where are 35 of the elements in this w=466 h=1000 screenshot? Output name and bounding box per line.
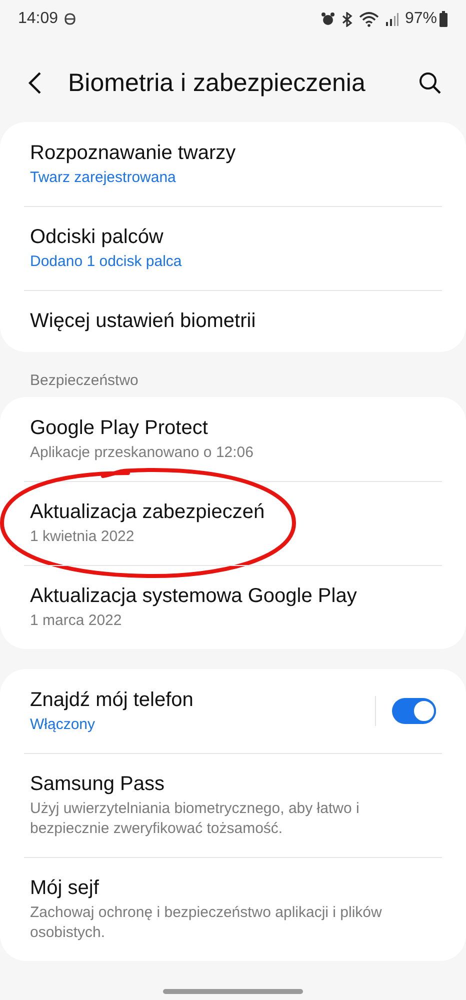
toggle-switch[interactable]	[392, 698, 436, 724]
item-title: Więcej ustawień biometrii	[30, 309, 257, 334]
item-title: Odciski palców	[30, 225, 164, 250]
item-title: Aktualizacja systemowa Google Play	[30, 584, 358, 609]
page-title: Biometria i zabezpieczenia	[68, 68, 366, 98]
signal-icon	[384, 12, 399, 26]
settings-item[interactable]: Mój sejf Zachowaj ochronę i bezpieczeństwo aplikacji i plików osobistych.	[0, 857, 466, 961]
item-subtitle: Włączony	[30, 715, 96, 735]
item-subtitle: Twarz zarejestrowana	[30, 168, 177, 188]
item-title: Google Play Protect	[30, 416, 209, 441]
item-title: Aktualizacja zabezpieczeń	[30, 500, 266, 525]
item-subtitle: 1 kwietnia 2022	[30, 527, 136, 547]
settings-item[interactable]: Google Play Protect Aplikacje przeskanowano o 12:06	[0, 397, 466, 481]
item-subtitle: Dodano 1 odcisk palca	[30, 252, 183, 272]
battery-icon	[439, 11, 448, 27]
item-subtitle: Użyj uwierzytelniania biometrycznego, aby łatwo i bezpiecznie zweryfikować tożsamość.	[30, 799, 360, 839]
settings-item[interactable]: Więcej ustawień biometrii	[0, 290, 466, 352]
item-subtitle: Zachowaj ochronę i bezpieczeństwo aplikacji i plików osobistych.	[30, 903, 383, 943]
item-title: Samsung Pass	[30, 772, 166, 797]
clock: 14:09	[18, 10, 58, 28]
item-subtitle: Aplikacje przeskanowano o 12:06	[30, 443, 254, 463]
item-subtitle: 1 marca 2022	[30, 611, 123, 631]
settings-item[interactable]: Rozpoznawanie twarzy Twarz zarejestrowana	[0, 122, 466, 206]
settings-item[interactable]: Aktualizacja zabezpieczeń 1 kwietnia 2022	[0, 481, 466, 565]
battery-percentage: 97%	[404, 10, 437, 28]
item-title: Rozpoznawanie twarzy	[30, 141, 237, 166]
settings-item[interactable]: Odciski palców Dodano 1 odcisk palca	[0, 206, 466, 290]
settings-item[interactable]: Samsung Pass Użyj uwierzytelniania biometrycznego, aby łatwo i bezpiecznie zweryfikować tożsamość.	[0, 753, 466, 857]
settings-item[interactable]: Znajdź mój telefon Włączony	[0, 669, 466, 753]
section-header: Bezpieczeństwo	[29, 371, 140, 391]
item-title: Znajdź mój telefon	[30, 688, 194, 713]
wifi-icon	[358, 12, 379, 26]
bluetooth-icon	[340, 12, 353, 26]
settings-item[interactable]: Aktualizacja systemowa Google Play 1 marca 2022	[0, 565, 466, 649]
item-title: Mój sejf	[30, 876, 100, 901]
